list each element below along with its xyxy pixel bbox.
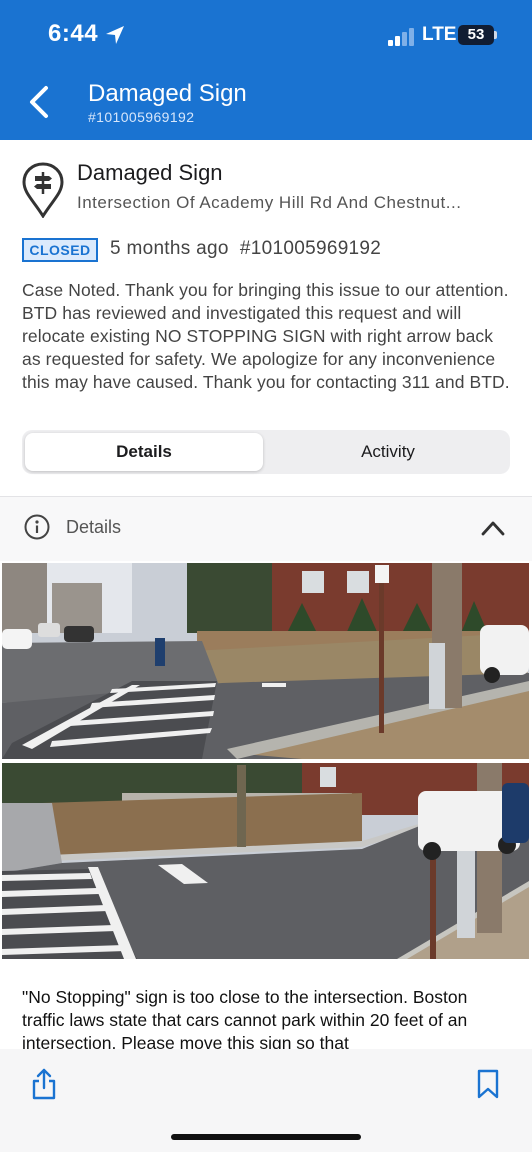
case-description: Case Noted. Thank you for bringing this … [22,280,510,392]
network-type: LTE [422,24,457,45]
report-photo-1[interactable] [2,563,529,759]
share-icon[interactable] [30,1067,58,1101]
location-arrow-icon [106,26,124,44]
report-description: "No Stopping" sign is too close to the i… [22,987,468,1053]
back-button[interactable] [24,84,54,120]
chevron-up-icon[interactable] [480,519,506,537]
details-section-header[interactable]: Details [0,497,532,561]
status-time: 6:44 [48,20,99,47]
signpost-pin-icon [22,162,64,218]
app-header: 6:44 LTE 53 Damaged Sign #101005969192 [0,0,532,140]
case-title: Damaged Sign [77,160,223,185]
nav-title: Damaged Sign [88,80,247,107]
battery-level: 53 [458,25,494,45]
details-section-label: Details [66,517,122,537]
status-bar: 6:44 LTE 53 [0,0,532,64]
info-circle-icon [24,514,50,540]
tab-switcher: Details Activity [22,430,510,474]
home-indicator [171,1134,361,1140]
status-badge: CLOSED [22,238,98,262]
bottom-toolbar [0,1049,532,1152]
signal-strength-icon [388,28,414,46]
case-address: Intersection Of Academy Hill Rd And Ches… [77,193,462,212]
tab-activity[interactable]: Activity [269,433,507,471]
tab-details[interactable]: Details [25,433,263,471]
report-photo-2[interactable] [2,763,529,959]
case-meta: 5 months ago #101005969192 [110,238,382,259]
bookmark-icon[interactable] [476,1069,500,1099]
nav-subtitle: #101005969192 [88,109,195,125]
battery-cap [494,31,497,39]
